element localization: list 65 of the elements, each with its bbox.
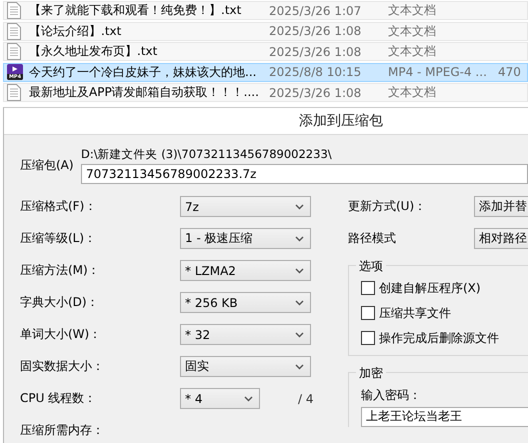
dropdown[interactable]: 固实	[180, 356, 311, 377]
field-label: 压缩方法(M)：	[20, 262, 101, 279]
chevron-down-icon	[295, 364, 304, 370]
thread-count-max: / 4	[298, 392, 314, 406]
file-row[interactable]: 【论坛介绍】.txt 2025/3/26 1:08 文本文档	[3, 22, 528, 40]
file-date: 2025/3/26 1:08	[269, 24, 362, 38]
dropdown[interactable]: 7z	[180, 196, 311, 217]
field-label: 输入密码：	[361, 386, 422, 404]
file-type: 文本文档	[388, 2, 437, 19]
chevron-down-icon	[295, 236, 304, 242]
password-field[interactable]: 上老王论坛当老王	[361, 406, 528, 426]
file-type: MP4 - MPEG-4 ...	[388, 65, 488, 79]
checkbox-label: 创建自解压程序(X)	[379, 280, 481, 296]
field-label: 固实数据大小：	[20, 358, 105, 375]
checkbox[interactable]	[361, 281, 375, 295]
field-label: 更新方式(U)：	[348, 198, 428, 215]
file-date: 2025/3/26 1:08	[269, 86, 362, 100]
file-name: 【来了就能下载和观看！纯免费！】.txt	[29, 2, 242, 19]
chevron-down-icon	[295, 268, 304, 274]
file-name: 【永久地址发布页】.txt	[29, 43, 158, 60]
dropdown[interactable]: * 32	[180, 324, 311, 345]
dropdown[interactable]: * LZMA2	[180, 260, 311, 281]
field-label: 字典大小(D)：	[20, 294, 100, 311]
field-label: 压缩格式(F)：	[20, 198, 98, 215]
group-title: 选项	[356, 258, 386, 274]
dropdown[interactable]: * 4	[180, 388, 260, 409]
file-type: 文本文档	[388, 43, 437, 60]
chevron-down-icon	[295, 332, 304, 338]
text-document-icon	[7, 43, 21, 60]
file-name: 【论坛介绍】.txt	[29, 22, 122, 40]
file-row[interactable]: 【永久地址发布页】.txt 2025/3/26 1:08 文本文档	[3, 42, 528, 61]
dropdown[interactable]: * 256 KB	[180, 292, 311, 313]
file-row[interactable]: 【来了就能下载和观看！纯免费！】.txt 2025/3/26 1:07 文本文档	[3, 1, 528, 20]
file-type: 文本文档	[388, 84, 437, 101]
file-type: 文本文档	[388, 22, 437, 40]
checkbox-label: 操作完成后删除源文件	[379, 330, 499, 346]
file-date: 2025/3/26 1:08	[269, 44, 362, 58]
file-size: 470	[498, 65, 522, 79]
chevron-down-icon	[244, 396, 253, 402]
field-label: 路径模式	[348, 230, 397, 247]
chevron-down-icon	[295, 204, 304, 210]
chevron-down-icon	[295, 300, 304, 306]
archive-path: D:\新建文件夹 (3)\70732113456789002233\	[81, 146, 333, 162]
file-date: 2025/3/26 1:07	[269, 4, 362, 18]
text-document-icon	[7, 84, 21, 101]
checkbox-label: 压缩共享文件	[379, 304, 451, 322]
dropdown[interactable]: 添加并替	[474, 196, 528, 217]
file-name: 今天约了一个冷白皮妹子，妹妹该大的地...	[29, 64, 258, 80]
dialog-title: 添加到压缩包	[299, 112, 383, 130]
checkbox[interactable]	[361, 331, 375, 345]
dropdown[interactable]: 相对路径	[474, 228, 528, 249]
file-row[interactable]: 最新地址及APP请发邮箱自动获取！！！.... 2025/3/26 1:08 文本文档	[3, 83, 528, 102]
text-document-icon	[7, 2, 21, 19]
field-label: 压缩等级(L)：	[20, 230, 98, 247]
text-document-icon	[7, 22, 21, 40]
dropdown[interactable]: 1 - 极速压缩	[180, 228, 311, 249]
field-label: 单词大小(W)：	[20, 326, 102, 343]
file-date: 2025/8/8 10:15	[269, 65, 362, 79]
field-label: 压缩包(A)	[20, 156, 75, 174]
file-name: 最新地址及APP请发邮箱自动获取！！！....	[29, 84, 260, 101]
field-label: CPU 线程数：	[20, 390, 98, 407]
checkbox[interactable]	[361, 306, 375, 320]
group-title: 加密	[356, 364, 386, 382]
archive-name-field[interactable]: 70732113456789002233.7z	[81, 164, 528, 184]
field-label: 压缩所需内存：	[20, 422, 105, 439]
